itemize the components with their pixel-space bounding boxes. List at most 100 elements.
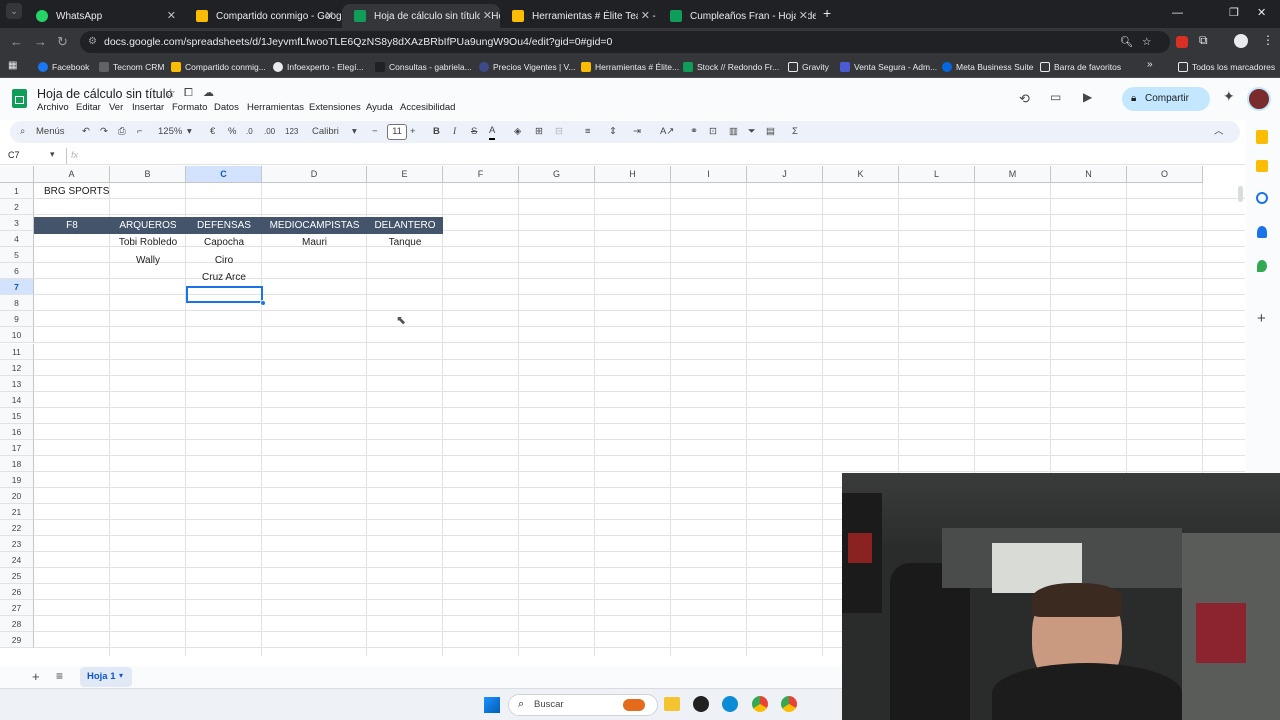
strikethrough-button[interactable]: S — [471, 124, 477, 140]
add-addon-icon[interactable]: + — [1257, 310, 1266, 327]
bookmark-item[interactable]: Gravity — [788, 59, 829, 75]
more-bookmarks-icon[interactable]: » — [1147, 59, 1153, 70]
menu-archivo[interactable]: Archivo — [37, 102, 69, 113]
decrease-decimal-button[interactable]: .0 — [246, 124, 253, 140]
column-header-e[interactable]: E — [367, 166, 443, 183]
bookmark-item[interactable]: Tecnom CRM — [99, 59, 164, 75]
percent-button[interactable]: % — [228, 124, 236, 140]
column-header-n[interactable]: N — [1051, 166, 1127, 183]
column-header-k[interactable]: K — [823, 166, 899, 183]
tab-search-icon[interactable]: ⌄ — [6, 3, 22, 19]
file-explorer-icon[interactable] — [664, 697, 680, 711]
formula-input[interactable] — [90, 148, 1230, 164]
horizontal-align-icon[interactable]: ≡ — [585, 124, 591, 140]
text-wrap-icon[interactable]: ⇥ — [633, 124, 641, 140]
menu-insertar[interactable]: Insertar — [132, 102, 164, 113]
menu-accesibilidad[interactable]: Accesibilidad — [400, 102, 455, 113]
maps-icon[interactable] — [1257, 260, 1267, 272]
apps-grid-icon[interactable]: ▦ — [8, 60, 17, 71]
currency-button[interactable]: € — [210, 124, 215, 140]
row-header-19[interactable]: 19 — [0, 471, 34, 488]
reload-icon[interactable]: ↻ — [57, 34, 68, 50]
close-icon[interactable]: ✕ — [637, 9, 650, 22]
row-header-13[interactable]: 13 — [0, 375, 34, 392]
column-header-l[interactable]: L — [899, 166, 975, 183]
site-info-icon[interactable]: ⚙ — [88, 31, 97, 53]
decrease-font-size-icon[interactable]: − — [372, 124, 378, 140]
new-tab-button[interactable]: + — [823, 5, 831, 21]
row-header-2[interactable]: 2 — [0, 199, 34, 216]
row-header-24[interactable]: 24 — [0, 552, 34, 569]
document-title[interactable]: Hoja de cálculo sin título — [37, 87, 173, 101]
column-header-b[interactable]: B — [110, 166, 186, 183]
row-header-16[interactable]: 16 — [0, 423, 34, 440]
row-header-9[interactable]: 9 — [0, 311, 34, 328]
bookmark-item[interactable]: Compartido conmig... — [171, 59, 266, 75]
row-header-11[interactable]: 11 — [0, 343, 34, 360]
number-format-button[interactable]: 123 — [285, 124, 298, 140]
selected-cell-c7[interactable] — [186, 286, 263, 303]
bookmark-item[interactable]: Precios Vigentes | V... — [479, 59, 576, 75]
column-header-d[interactable]: D — [262, 166, 367, 183]
tasks-icon[interactable] — [1256, 192, 1268, 204]
cell-e4[interactable]: Tanque — [367, 234, 443, 251]
all-sheets-icon[interactable]: ≡ — [56, 669, 63, 683]
keep-icon[interactable] — [1256, 130, 1268, 144]
text-color-button[interactable]: A — [489, 124, 496, 140]
menu-extensiones[interactable]: Extensiones — [309, 102, 361, 113]
bookmark-item[interactable]: Herramientas # Élite... — [581, 59, 679, 75]
tab-herramientas[interactable]: Herramientas # Élite Team - Go ✕ — [500, 4, 658, 28]
collapse-toolbar-icon[interactable]: ︿ — [1214, 124, 1224, 140]
undo-icon[interactable]: ↶ — [82, 124, 90, 140]
italic-button[interactable]: I — [453, 124, 456, 140]
increase-decimal-button[interactable]: .00 — [264, 124, 275, 140]
search-icon[interactable]: ⌕ — [20, 124, 25, 140]
menu-ver[interactable]: Ver — [109, 102, 123, 113]
tab-hoja-activa[interactable]: Hoja de cálculo sin título - Hoja ✕ — [342, 4, 500, 28]
windows-start-icon[interactable] — [484, 697, 500, 713]
move-folder-icon[interactable]: ⧠ — [184, 87, 193, 100]
cell-c5[interactable]: Ciro — [186, 252, 262, 269]
zoom-select[interactable]: 125% — [158, 124, 182, 140]
meet-icon[interactable]: ▶︎ — [1083, 90, 1092, 104]
row-header-28[interactable]: 28 — [0, 616, 34, 633]
menu-ayuda[interactable]: Ayuda — [366, 102, 393, 113]
cell-e3[interactable]: DELANTERO — [367, 217, 443, 234]
menu-datos[interactable]: Datos — [214, 102, 239, 113]
app-icon[interactable] — [693, 696, 709, 712]
close-icon[interactable]: ✕ — [795, 9, 808, 22]
forward-icon[interactable]: → — [34, 34, 47, 49]
row-header-23[interactable]: 23 — [0, 536, 34, 553]
star-icon[interactable]: ☆ — [165, 86, 176, 100]
select-all-corner[interactable] — [0, 166, 34, 183]
share-button[interactable]: 🔒︎ Compartir — [1122, 87, 1210, 111]
column-header-c[interactable]: C — [186, 166, 262, 183]
tab-cumpleanos[interactable]: Cumpleaños Fran - Hojas de cá ✕ — [658, 4, 816, 28]
paint-format-icon[interactable]: ⌐ — [137, 124, 143, 140]
insert-comment-icon[interactable]: ⊡ — [709, 124, 717, 140]
bookmark-item[interactable]: Meta Business Suite — [942, 59, 1033, 75]
row-header-17[interactable]: 17 — [0, 439, 34, 456]
merge-cells-icon[interactable]: ⊟ — [555, 124, 563, 140]
add-sheet-icon[interactable]: + — [32, 669, 40, 684]
vertical-align-icon[interactable]: ⇕ — [609, 124, 617, 140]
filter-views-icon[interactable]: ▤ — [766, 124, 775, 140]
restore-icon[interactable]: ❐ — [1229, 6, 1239, 19]
column-header-f[interactable]: F — [443, 166, 519, 183]
bookmark-item[interactable]: Venta Segura - Adm... — [840, 59, 937, 75]
all-bookmarks[interactable]: Todos los marcadores — [1178, 59, 1275, 75]
fill-handle[interactable] — [260, 300, 266, 306]
print-icon[interactable]: ⎙ — [118, 124, 126, 140]
bookmark-star-icon[interactable]: ☆ — [1142, 31, 1151, 53]
row-header-6[interactable]: 6 — [0, 263, 34, 280]
close-window-icon[interactable]: ✕ — [1257, 6, 1266, 19]
abp-extension-icon[interactable] — [1176, 36, 1188, 48]
row-header-21[interactable]: 21 — [0, 504, 34, 520]
row-header-22[interactable]: 22 — [0, 520, 34, 537]
insert-chart-icon[interactable]: ▥ — [729, 124, 738, 140]
insert-link-icon[interactable]: ⚭ — [690, 124, 698, 140]
name-box[interactable]: C7 — [8, 150, 20, 160]
close-icon[interactable]: ✕ — [479, 9, 492, 22]
increase-font-size-icon[interactable]: + — [410, 124, 416, 140]
bold-button[interactable]: B — [433, 124, 440, 140]
